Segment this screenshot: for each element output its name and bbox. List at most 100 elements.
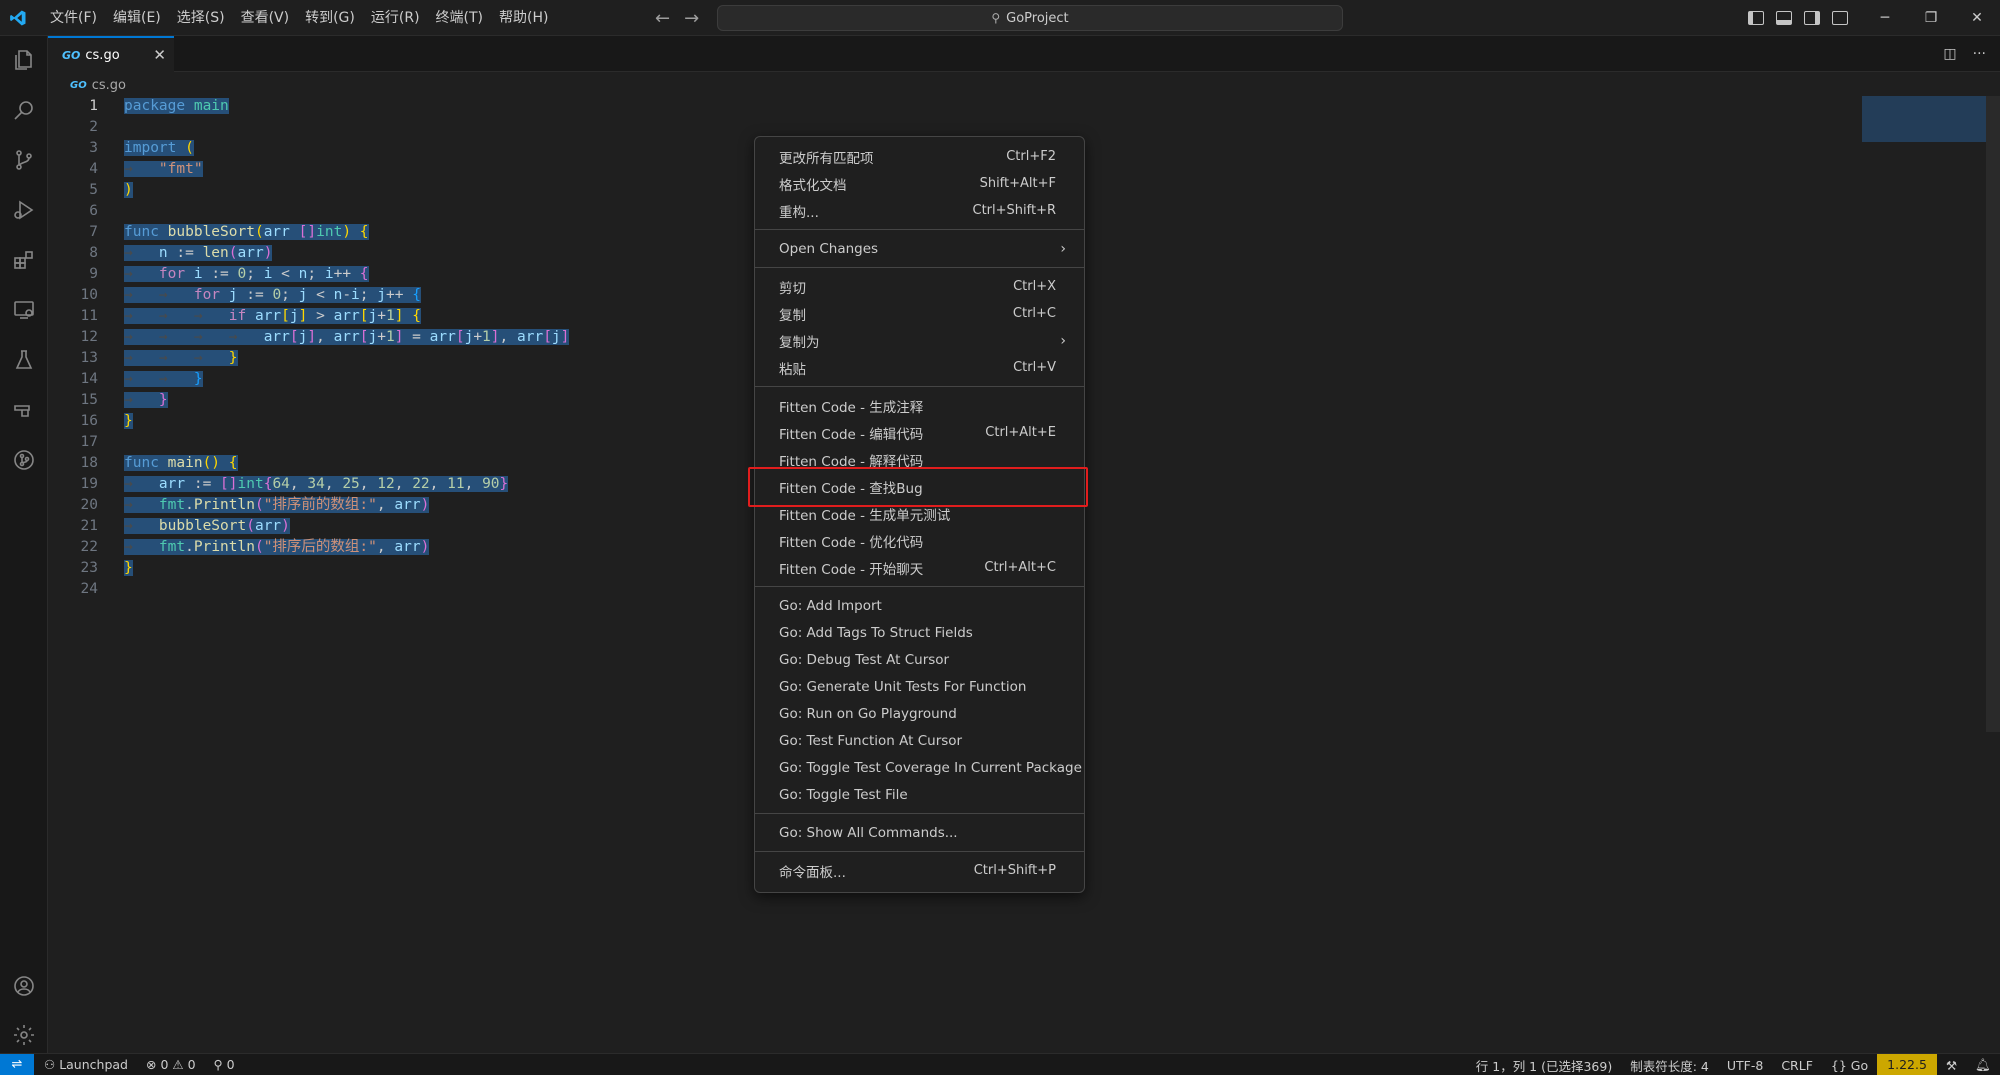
manage-gear-icon[interactable] bbox=[0, 1011, 48, 1059]
go-version-badge[interactable]: 1.22.5 bbox=[1877, 1054, 1937, 1075]
source-control-icon[interactable] bbox=[0, 136, 48, 184]
editor-scrollbar[interactable] bbox=[1986, 96, 2000, 732]
menu-item-go-add-import[interactable]: Go: Add Import bbox=[759, 592, 1080, 619]
menu-item-fitten-start-chat[interactable]: Fitten Code - 开始聊天 Ctrl+Alt+C bbox=[759, 554, 1080, 581]
remote-explorer-icon[interactable] bbox=[0, 286, 48, 334]
notifications-bell-icon[interactable]: 🔔︎ bbox=[1966, 1057, 2000, 1073]
vscode-logo-icon bbox=[0, 0, 36, 36]
code-line: 5) bbox=[89, 182, 133, 198]
menu-go[interactable]: 转到(G) bbox=[297, 0, 363, 36]
code-line: 16} bbox=[80, 413, 133, 429]
menu-run[interactable]: 运行(R) bbox=[363, 0, 428, 36]
close-icon[interactable]: ✕ bbox=[153, 46, 166, 64]
code-line: 20 → fmt.Println("排序前的数组:", arr) bbox=[80, 497, 430, 513]
problems-item[interactable]: ⊗ 0 ⚠ 0 bbox=[146, 1057, 196, 1072]
menu-item-open-changes[interactable]: Open Changes › bbox=[759, 235, 1080, 262]
error-icon: ⊗ bbox=[145, 1057, 161, 1072]
menu-item-copy[interactable]: 复制 Ctrl+C bbox=[759, 300, 1080, 327]
menu-item-change-all-occurrences[interactable]: 更改所有匹配项 Ctrl+F2 bbox=[759, 143, 1080, 170]
code-line: 2 bbox=[89, 119, 98, 135]
indentation[interactable]: 制表符长度: 4 bbox=[1621, 1056, 1718, 1075]
close-window-icon[interactable]: ✕ bbox=[1954, 0, 2000, 36]
window-controls: ─ ❐ ✕ bbox=[1862, 0, 2000, 36]
menu-view[interactable]: 查看(V) bbox=[233, 0, 298, 36]
split-editor-icon[interactable]: ◫ bbox=[1943, 46, 1956, 62]
customize-layout-icon[interactable] bbox=[1832, 11, 1848, 25]
go-tools-icon[interactable] bbox=[0, 386, 48, 434]
go-tools-status-icon[interactable]: ⚒ bbox=[1937, 1058, 1966, 1073]
menu-file[interactable]: 文件(F) bbox=[42, 0, 105, 36]
cursor-position[interactable]: 行 1，列 1 (已选择369) bbox=[1467, 1056, 1621, 1075]
explorer-icon[interactable] bbox=[0, 36, 48, 84]
code-line: 14 → → } bbox=[80, 371, 203, 387]
menu-item-go-add-tags[interactable]: Go: Add Tags To Struct Fields bbox=[759, 619, 1080, 646]
status-bar: ⇌ ⚇ Launchpad ⊗ 0 ⚠ 0 ⚲ 0 行 1，列 1 (已选择36… bbox=[0, 1053, 2000, 1075]
editor-context-menu: 更改所有匹配项 Ctrl+F2 格式化文档 Shift+Alt+F 重构... Ctr… bbox=[754, 136, 1085, 893]
minimap[interactable] bbox=[1862, 96, 1986, 142]
breadcrumb-file[interactable]: cs.go bbox=[92, 78, 126, 93]
menu-separator bbox=[755, 851, 1084, 852]
menu-item-go-toggle-coverage[interactable]: Go: Toggle Test Coverage In Current Pack… bbox=[759, 754, 1082, 781]
editor-actions: ◫ ··· bbox=[1943, 36, 1986, 72]
encoding[interactable]: UTF-8 bbox=[1718, 1058, 1772, 1073]
menu-item-refactor[interactable]: 重构... Ctrl+Shift+R bbox=[759, 197, 1080, 224]
end-of-line[interactable]: CRLF bbox=[1772, 1058, 1822, 1073]
menu-item-go-show-all-commands[interactable]: Go: Show All Commands... bbox=[759, 819, 1080, 846]
extensions-icon[interactable] bbox=[0, 236, 48, 284]
toggle-panel-icon[interactable] bbox=[1776, 11, 1792, 25]
menu-item-copy-as[interactable]: 复制为 › bbox=[759, 327, 1080, 354]
code-line: 19 → arr := []int{64, 34, 25, 12, 22, 11,… bbox=[80, 476, 509, 492]
menu-item-go-test-function[interactable]: Go: Test Function At Cursor bbox=[759, 727, 1080, 754]
menu-terminal[interactable]: 终端(T) bbox=[428, 0, 491, 36]
more-actions-icon[interactable]: ··· bbox=[1973, 46, 1986, 62]
language-mode[interactable]: {} Go bbox=[1822, 1058, 1877, 1073]
testing-icon[interactable] bbox=[0, 336, 48, 384]
menu-item-command-palette[interactable]: 命令面板... Ctrl+Shift+P bbox=[759, 857, 1080, 884]
menu-item-go-run-playground[interactable]: Go: Run on Go Playground bbox=[759, 700, 1080, 727]
code-line: 9 → for i := 0; i < n; i++ { bbox=[89, 266, 369, 282]
menu-separator bbox=[755, 813, 1084, 814]
menu-separator bbox=[755, 267, 1084, 268]
menu-item-format-document[interactable]: 格式化文档 Shift+Alt+F bbox=[759, 170, 1080, 197]
restore-icon[interactable]: ❐ bbox=[1908, 0, 1954, 36]
ports-icon: ⚲ bbox=[213, 1057, 227, 1072]
git-graph-icon[interactable] bbox=[0, 436, 48, 484]
menu-item-go-toggle-test-file[interactable]: Go: Toggle Test File bbox=[759, 781, 1080, 808]
menu-edit[interactable]: 编辑(E) bbox=[105, 0, 169, 36]
menu-item-go-generate-unit-tests[interactable]: Go: Generate Unit Tests For Function bbox=[759, 673, 1080, 700]
remote-indicator-icon[interactable]: ⇌ bbox=[0, 1053, 34, 1075]
menu-item-fitten-generate-comments[interactable]: Fitten Code - 生成注释 bbox=[759, 392, 1080, 419]
code-line: 15 → } bbox=[80, 392, 168, 408]
command-center-search[interactable]: ⚲ GoProject bbox=[717, 5, 1343, 31]
code-line: 11 → → → if arr[j] > arr[j+1] { bbox=[80, 308, 421, 324]
accounts-icon[interactable] bbox=[0, 962, 48, 1010]
menu-separator bbox=[755, 386, 1084, 387]
tab-cs-go[interactable]: GO cs.go ✕ bbox=[48, 36, 174, 72]
run-debug-icon[interactable] bbox=[0, 186, 48, 234]
toggle-primary-sidebar-icon[interactable] bbox=[1748, 11, 1764, 25]
code-line: 6 bbox=[89, 203, 98, 219]
menu-item-go-debug-test[interactable]: Go: Debug Test At Cursor bbox=[759, 646, 1080, 673]
menu-selection[interactable]: 选择(S) bbox=[169, 0, 233, 36]
launchpad-icon: ⚇ bbox=[44, 1057, 60, 1072]
menu-item-fitten-optimize-code[interactable]: Fitten Code - 优化代码 bbox=[759, 527, 1080, 554]
code-line: 12 → → → → arr[j], arr[j+1] = arr[j+1], a… bbox=[80, 329, 570, 345]
menu-item-fitten-edit-code[interactable]: Fitten Code - 编辑代码 Ctrl+Alt+E bbox=[759, 419, 1080, 446]
code-line: 4 → "fmt" bbox=[89, 161, 203, 177]
chevron-right-icon: › bbox=[1060, 332, 1066, 349]
launchpad-item[interactable]: ⚇ Launchpad bbox=[44, 1057, 128, 1072]
ports-item[interactable]: ⚲ 0 bbox=[214, 1057, 235, 1072]
layout-controls bbox=[1748, 0, 1848, 36]
code-line: 13 → → → } bbox=[80, 350, 238, 366]
minimize-icon[interactable]: ─ bbox=[1862, 0, 1908, 36]
forward-arrow-icon[interactable]: → bbox=[684, 8, 699, 29]
code-line: 3 import ( bbox=[89, 140, 194, 156]
back-arrow-icon[interactable]: ← bbox=[655, 8, 670, 29]
search-view-icon[interactable] bbox=[0, 86, 48, 134]
menu-item-paste[interactable]: 粘贴 Ctrl+V bbox=[759, 354, 1080, 381]
toggle-secondary-sidebar-icon[interactable] bbox=[1804, 11, 1820, 25]
menu-help[interactable]: 帮助(H) bbox=[491, 0, 556, 36]
menu-item-cut[interactable]: 剪切 Ctrl+X bbox=[759, 273, 1080, 300]
code-line: 21 → bubbleSort(arr) bbox=[80, 518, 290, 534]
code-line: 23} bbox=[80, 560, 133, 576]
